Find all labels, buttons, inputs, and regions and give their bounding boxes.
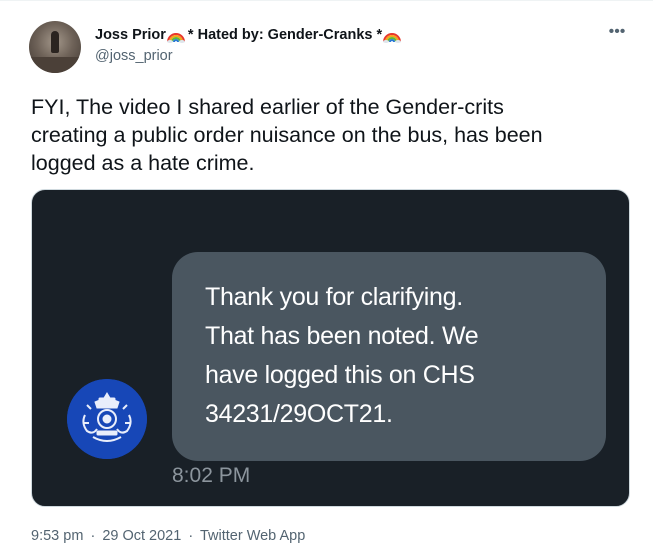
author-names: Joss Prior * Hated by: Gender-Cranks * @… bbox=[95, 25, 404, 66]
message-line: That has been noted. We bbox=[205, 322, 479, 350]
tweet-card: Joss Prior * Hated by: Gender-Cranks * @… bbox=[0, 0, 653, 553]
meta-separator: · bbox=[90, 528, 96, 544]
tweet-header: Joss Prior * Hated by: Gender-Cranks * @… bbox=[29, 19, 633, 75]
tweet-text-line: logged as a hate crime. bbox=[31, 151, 255, 175]
message-line: Thank you for clarifying. bbox=[205, 283, 463, 311]
tweet-media-image[interactable]: Thank you for clarifying. That has been … bbox=[31, 189, 630, 507]
tweet-text-line: creating a public order nuisance on the … bbox=[31, 123, 543, 147]
tweet-date[interactable]: 29 Oct 2021 bbox=[102, 528, 181, 544]
message-timestamp: 8:02 PM bbox=[172, 464, 251, 487]
author-display-name[interactable]: Joss Prior * Hated by: Gender-Cranks * bbox=[95, 25, 404, 45]
tweet-source[interactable]: Twitter Web App bbox=[200, 528, 305, 544]
display-name-part2: * Hated by: Gender-Cranks * bbox=[187, 27, 383, 43]
avatar-figure bbox=[51, 31, 59, 53]
message-bubble: Thank you for clarifying. That has been … bbox=[172, 252, 606, 461]
author-handle[interactable]: @joss_prior bbox=[95, 46, 404, 66]
message-line: 34231/29OCT21. bbox=[205, 400, 393, 428]
message-text: Thank you for clarifying. That has been … bbox=[205, 278, 606, 434]
tweet-text-line: FYI, The video I shared earlier of the G… bbox=[31, 95, 504, 119]
more-options-icon[interactable]: ••• bbox=[605, 24, 629, 45]
message-line: have logged this on CHS bbox=[205, 361, 475, 389]
avatar[interactable] bbox=[29, 21, 81, 73]
rainbow-icon bbox=[383, 33, 402, 43]
tweet-text: FYI, The video I shared earlier of the G… bbox=[31, 93, 631, 177]
meta-separator: · bbox=[188, 528, 194, 544]
tweet-meta: 9:53 pm · 29 Oct 2021 · Twitter Web App bbox=[31, 526, 305, 546]
police-crest-icon bbox=[67, 379, 147, 459]
avatar-ground bbox=[29, 57, 81, 73]
display-name-part1: Joss Prior bbox=[95, 27, 166, 43]
tweet-time[interactable]: 9:53 pm bbox=[31, 528, 83, 544]
rainbow-icon bbox=[166, 33, 185, 43]
